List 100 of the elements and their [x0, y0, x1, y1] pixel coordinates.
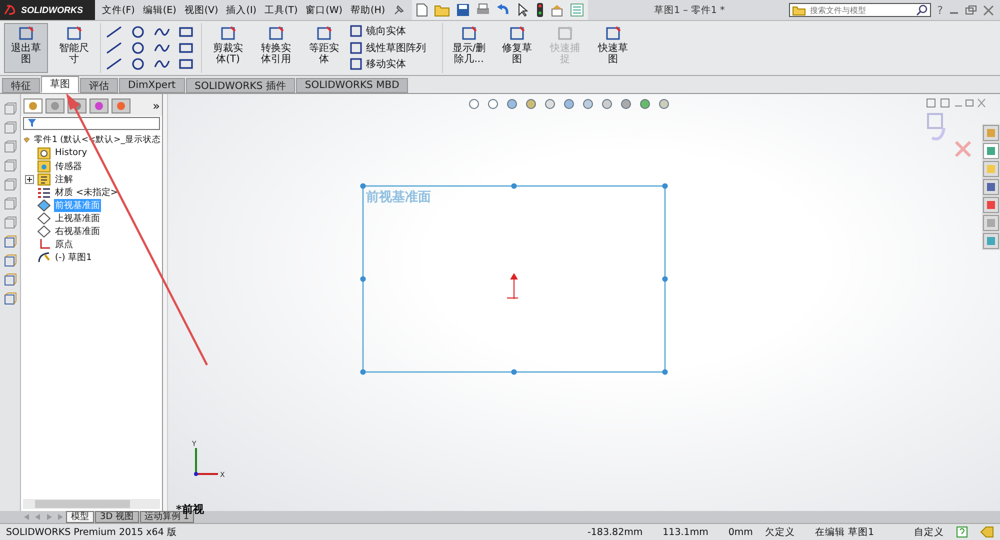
checklist-icon[interactable] — [570, 3, 584, 17]
sketch-tool-icon[interactable] — [105, 24, 123, 39]
ribbon-button[interactable]: 智能尺寸 — [52, 23, 96, 73]
view-tool-icon[interactable] — [3, 120, 17, 135]
view-toolbar-icon[interactable] — [506, 98, 520, 110]
view-toolbar-icon[interactable] — [582, 98, 596, 110]
new-document-icon[interactable] — [416, 3, 428, 17]
view-tool-icon[interactable] — [3, 158, 17, 173]
filter-field[interactable] — [23, 116, 160, 130]
folder-icon[interactable] — [434, 3, 450, 17]
view-toolbar-icon[interactable] — [544, 98, 558, 110]
view-tool-icon[interactable] — [3, 216, 17, 230]
pin-icon[interactable] — [392, 3, 406, 17]
origin-marker-icon — [506, 273, 518, 300]
axis-triad-icon — [194, 448, 218, 476]
task-pane-tab-icon[interactable] — [983, 142, 999, 159]
menu-item[interactable]: 文件(F) — [102, 4, 135, 16]
horizontal-scrollbar[interactable] — [23, 499, 160, 510]
ribbon-button[interactable]: 显示/删除几... — [447, 23, 491, 73]
sketch-tool-icon[interactable] — [129, 56, 147, 71]
tree-item[interactable]: 原点 — [54, 238, 74, 251]
tab[interactable]: 模型 — [66, 511, 94, 524]
view-tool-icon[interactable] — [3, 102, 17, 116]
view-toolbar-icon[interactable] — [601, 98, 615, 110]
menu-item[interactable]: 帮助(H) — [350, 4, 386, 16]
view-tool-icon[interactable] — [3, 234, 17, 249]
task-pane-tab-icon[interactable] — [983, 196, 999, 213]
task-pane-tab-icon[interactable] — [983, 178, 999, 195]
panel-tab-icon[interactable] — [45, 98, 65, 114]
sketch-tool-icon[interactable] — [105, 56, 123, 71]
ribbon-button[interactable]: 修复草图 — [495, 23, 539, 73]
tab[interactable]: 草图 — [41, 76, 79, 93]
sketch-tool-icon[interactable] — [129, 40, 147, 55]
tab[interactable]: 评估 — [80, 78, 118, 93]
expand-icon[interactable] — [25, 174, 34, 184]
search-field[interactable]: 搜索文件与模型 — [789, 3, 932, 17]
traffic-light-icon[interactable] — [536, 2, 544, 18]
ribbon-list-item[interactable]: 线性草图阵列 — [350, 40, 426, 55]
help-button[interactable]: ? — [937, 4, 943, 16]
ribbon-button[interactable]: 剪裁实体(T) — [206, 23, 250, 73]
sketch-tool-icon[interactable] — [129, 24, 147, 39]
cursor-icon[interactable] — [516, 2, 530, 18]
tree-item[interactable]: (-) 草图1 — [54, 250, 93, 264]
undo-icon[interactable] — [496, 3, 510, 17]
tag-icon[interactable] — [980, 526, 994, 538]
tool-icon — [17, 26, 35, 42]
tab[interactable]: 3D 视图 — [95, 511, 139, 524]
view-tool-icon[interactable] — [3, 272, 17, 287]
view-toolbar-icon[interactable] — [563, 98, 577, 110]
ribbon-list-item[interactable]: 移动实体 — [350, 57, 426, 72]
ribbon-button[interactable]: 转换实体引用 — [254, 23, 298, 73]
view-toolbar-icon[interactable] — [525, 98, 539, 110]
view-tool-icon[interactable] — [3, 254, 17, 268]
menu-item[interactable]: 窗口(W) — [306, 4, 342, 16]
sketch-tool-icon[interactable] — [177, 56, 195, 71]
search-icon[interactable] — [916, 4, 928, 16]
view-tool-icon[interactable] — [3, 140, 17, 154]
tree-item[interactable]: 右视基准面 — [54, 224, 101, 238]
menu-item[interactable]: 视图(V) — [184, 4, 218, 16]
save-icon[interactable] — [456, 3, 470, 17]
close-icon[interactable] — [983, 4, 994, 16]
view-toolbar-icon[interactable] — [658, 98, 672, 110]
tree-item[interactable]: History — [54, 148, 88, 158]
viewport-window-controls[interactable] — [926, 98, 986, 108]
panel-tab-icon[interactable] — [23, 98, 43, 114]
menu-item[interactable]: 工具(T) — [264, 4, 298, 16]
tree-item[interactable]: 注解 — [54, 172, 74, 186]
panel-tab-icon[interactable] — [111, 98, 131, 114]
menu-item[interactable]: 编辑(E) — [142, 4, 176, 16]
panel-tab-icon[interactable] — [89, 98, 109, 114]
help-icon[interactable] — [956, 526, 968, 538]
view-toolbar-icon[interactable] — [487, 98, 501, 110]
tree-item[interactable]: 传感器 — [54, 160, 83, 173]
print-icon[interactable] — [476, 3, 490, 17]
view-tool-icon[interactable] — [3, 196, 17, 211]
sketch-tool-icon[interactable] — [105, 40, 123, 55]
tab[interactable]: SOLIDWORKS MBD — [296, 78, 408, 93]
ribbon-button[interactable]: 等距实体 — [302, 23, 346, 73]
view-toolbar-icon[interactable] — [468, 98, 482, 110]
view-tool-icon[interactable] — [3, 292, 17, 306]
menu-item[interactable]: 插入(I) — [226, 4, 256, 16]
tab[interactable]: 特征 — [2, 78, 40, 93]
units-selector[interactable]: 自定义 — [914, 526, 944, 539]
restore-icon[interactable] — [965, 5, 977, 15]
more-tabs-button[interactable]: » — [152, 98, 160, 113]
view-tool-icon[interactable] — [3, 178, 17, 192]
tree-item[interactable]: 上视基准面 — [54, 212, 101, 225]
view-toolbar-icon[interactable] — [639, 98, 653, 110]
options-icon[interactable] — [550, 3, 564, 17]
panel-splitter-handle[interactable] — [163, 94, 168, 512]
tab[interactable]: DimXpert — [119, 78, 185, 93]
tree-item[interactable]: 材质 <未指定> — [54, 186, 119, 199]
ribbon-button[interactable]: 退出草图 — [4, 23, 48, 73]
sketch-tool-icon[interactable] — [177, 40, 195, 55]
ribbon-list-item[interactable]: 镜向实体 — [350, 24, 426, 38]
plane-icon — [37, 212, 51, 225]
tab[interactable]: SOLIDWORKS 插件 — [186, 78, 295, 93]
sketch-tool-icon[interactable] — [177, 24, 195, 39]
view-toolbar-icon[interactable] — [620, 98, 634, 110]
ribbon-button[interactable]: 快速草图 — [591, 23, 635, 73]
